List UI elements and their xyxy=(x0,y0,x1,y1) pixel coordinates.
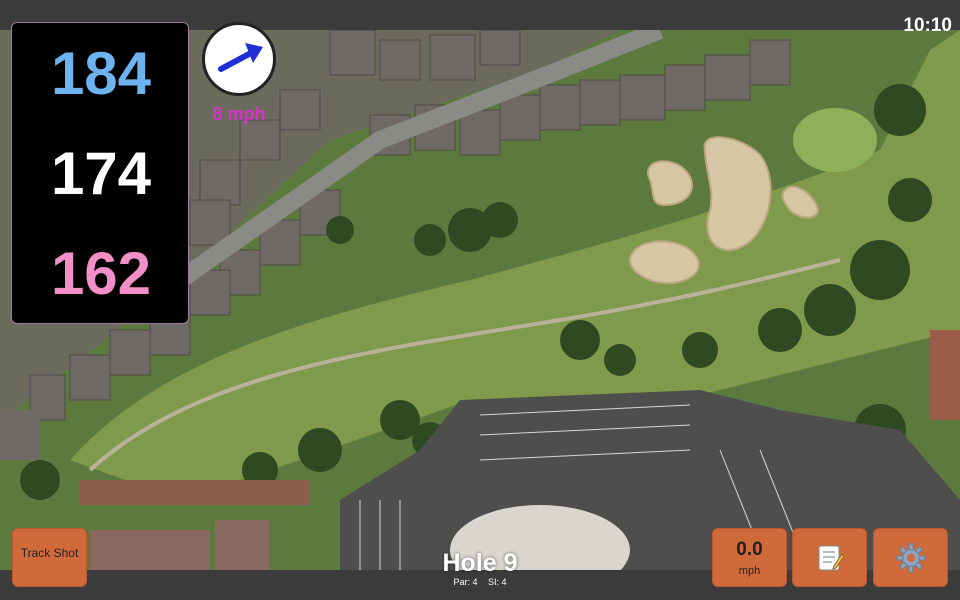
gear-icon xyxy=(896,543,926,573)
track-shot-button[interactable]: Track Shot xyxy=(12,528,87,587)
hole-stroke-index: SI: 4 xyxy=(488,577,507,587)
hole-par: Par: 4 xyxy=(453,577,478,587)
clock: 10:10 xyxy=(903,15,952,36)
hole-meta: Par: 4 SI: 4 xyxy=(380,577,580,587)
speed-value: 0.0 xyxy=(736,539,763,560)
hole-title: Hole 9 xyxy=(442,549,518,577)
wind-direction-dial xyxy=(202,22,276,96)
track-shot-label: Track Shot xyxy=(20,546,79,560)
front-distance: 162 xyxy=(50,240,152,307)
speed-unit: mph xyxy=(738,565,761,577)
notepad-icon xyxy=(818,545,845,571)
notes-button[interactable] xyxy=(792,528,867,587)
middle-distance: 174 xyxy=(50,140,152,207)
wind-speed: 8 mph xyxy=(212,104,266,124)
distance-panel: 184 174 162 xyxy=(11,22,189,324)
speed-button[interactable]: 0.0 mph xyxy=(712,528,787,587)
back-distance: 184 xyxy=(50,40,152,107)
arrow-icon xyxy=(218,43,263,72)
settings-button[interactable] xyxy=(873,528,948,587)
